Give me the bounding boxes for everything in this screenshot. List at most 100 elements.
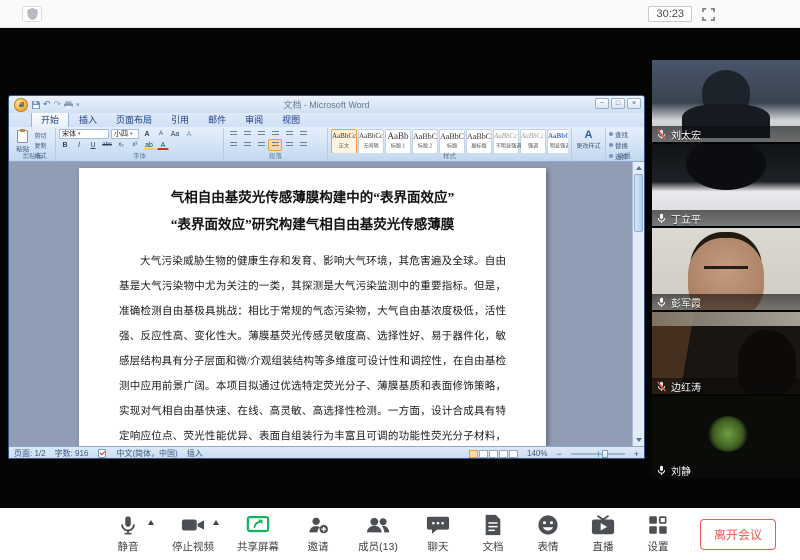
- replace-button[interactable]: 替换: [609, 140, 639, 150]
- outline-view-icon[interactable]: [499, 450, 508, 458]
- emoji-button[interactable]: 表情: [525, 514, 571, 554]
- vertical-scrollbar[interactable]: [632, 162, 644, 446]
- document-page[interactable]: 气相自由基荧光传感薄膜构建中的“表界面效应” “表界面效应”研究构建气相自由基荧…: [79, 168, 546, 446]
- redo-icon[interactable]: ↷: [54, 100, 62, 109]
- superscript-button[interactable]: x²: [129, 140, 141, 150]
- highlight-button[interactable]: ab: [143, 140, 155, 150]
- paste-button[interactable]: 粘贴: [13, 129, 32, 153]
- italic-button[interactable]: I: [73, 140, 85, 150]
- web-layout-view-icon[interactable]: [489, 450, 498, 458]
- qat-dropdown-icon[interactable]: ▾: [76, 101, 80, 109]
- print-icon[interactable]: [64, 96, 73, 114]
- multilevel-list-icon[interactable]: [255, 129, 267, 139]
- stop-video-button[interactable]: 停止视频: [165, 514, 221, 554]
- view-switcher: [469, 450, 518, 458]
- style-heading1[interactable]: AaBb标题 1: [385, 129, 411, 153]
- font-color-button[interactable]: A: [157, 140, 169, 150]
- grow-font-button[interactable]: A: [141, 129, 153, 139]
- strikethrough-button[interactable]: abc: [101, 140, 113, 150]
- tab-mailings[interactable]: 邮件: [199, 112, 235, 127]
- participant-video-5[interactable]: 刘静: [652, 396, 800, 478]
- print-layout-view-icon[interactable]: [469, 450, 478, 458]
- docs-button[interactable]: 文档: [470, 514, 516, 554]
- participant-nameplate: 彭军霞: [652, 294, 800, 310]
- find-button[interactable]: 查找: [609, 129, 639, 139]
- chat-button[interactable]: 聊天: [415, 514, 461, 554]
- style-intense-emphasis[interactable]: AaBbCcDd明显强调: [547, 129, 568, 153]
- tab-insert[interactable]: 插入: [70, 112, 106, 127]
- mute-options-caret[interactable]: [148, 520, 154, 525]
- style-no-spacing[interactable]: AaBbCcDd无间隔: [358, 129, 384, 153]
- style-heading2[interactable]: AaBbC标题 2: [412, 129, 438, 153]
- font-size-select[interactable]: 小四▾: [111, 129, 139, 139]
- copy-button[interactable]: 复制: [34, 141, 52, 150]
- office-button-icon[interactable]: [14, 98, 28, 112]
- mute-button[interactable]: 静音: [100, 514, 156, 554]
- scroll-up-icon[interactable]: [633, 162, 644, 173]
- settings-icon: [647, 514, 669, 536]
- font-name-select[interactable]: 宋体▾: [59, 129, 109, 139]
- meeting-topbar: 30:23: [0, 0, 800, 28]
- ribbon-tab-bar: 开始 插入 页面布局 引用 邮件 审阅 视图: [9, 113, 644, 127]
- members-button[interactable]: 成员(13): [350, 514, 406, 554]
- sort-icon[interactable]: [297, 129, 309, 139]
- line-spacing-icon[interactable]: [283, 140, 295, 150]
- draft-view-icon[interactable]: [509, 450, 518, 458]
- zoom-slider-thumb[interactable]: [602, 450, 608, 458]
- zoom-level[interactable]: 140%: [527, 449, 547, 458]
- style-subtitle[interactable]: AaBbC副标题: [466, 129, 492, 153]
- style-title[interactable]: AaBbC标题: [439, 129, 465, 153]
- justify-icon[interactable]: [269, 140, 281, 150]
- maximize-button[interactable]: □: [611, 98, 625, 109]
- change-case-button[interactable]: Aa: [169, 129, 181, 139]
- numbered-list-icon[interactable]: [241, 129, 253, 139]
- zoom-out-icon[interactable]: −: [556, 450, 561, 458]
- spellcheck-icon[interactable]: [97, 449, 107, 458]
- shading-icon[interactable]: [297, 140, 309, 150]
- settings-button[interactable]: 设置: [635, 514, 681, 554]
- undo-icon[interactable]: ↶: [43, 100, 51, 109]
- invite-button[interactable]: 邀请: [295, 514, 341, 554]
- style-subtle-emphasis[interactable]: AaBbCcDd不明显强调: [493, 129, 519, 153]
- zoom-slider[interactable]: [571, 453, 625, 455]
- tab-page-layout[interactable]: 页面布局: [107, 112, 161, 127]
- participant-nameplate: 刘太宏: [652, 126, 800, 142]
- zoom-in-icon[interactable]: +: [634, 450, 639, 458]
- style-emphasis[interactable]: AaBbCcDd强调: [520, 129, 546, 153]
- style-normal[interactable]: AaBbCcDd正文: [331, 129, 357, 153]
- align-left-icon[interactable]: [227, 140, 239, 150]
- video-options-caret[interactable]: [213, 520, 219, 525]
- underline-button[interactable]: U: [87, 140, 99, 150]
- participant-video-2[interactable]: 丁立平: [652, 144, 800, 226]
- subscript-button[interactable]: x₂: [115, 140, 127, 150]
- increase-indent-icon[interactable]: [283, 129, 295, 139]
- security-shield-icon[interactable]: [22, 6, 42, 22]
- save-icon[interactable]: [32, 96, 40, 114]
- share-screen-button[interactable]: 共享屏幕: [230, 514, 286, 554]
- participant-video-3[interactable]: 彭军霞: [652, 228, 800, 310]
- decrease-indent-icon[interactable]: [269, 129, 281, 139]
- cut-button[interactable]: 剪切: [34, 131, 52, 140]
- align-center-icon[interactable]: [241, 140, 253, 150]
- font-group: 宋体▾ 小四▾ A A Aa A B I U abc x₂ x² ab A: [56, 128, 224, 161]
- fullscreen-reading-view-icon[interactable]: [479, 450, 488, 458]
- change-styles-button[interactable]: A 更改样式: [572, 128, 606, 161]
- align-right-icon[interactable]: [255, 140, 267, 150]
- scroll-down-icon[interactable]: [633, 435, 644, 446]
- scrollbar-thumb[interactable]: [634, 174, 643, 232]
- clear-formatting-button[interactable]: A: [183, 129, 195, 139]
- participant-video-4[interactable]: 边红涛: [652, 312, 800, 394]
- close-button[interactable]: ×: [627, 98, 641, 109]
- participant-video-1[interactable]: 刘太宏: [652, 60, 800, 142]
- live-button[interactable]: 直播: [580, 514, 626, 554]
- bold-button[interactable]: B: [59, 140, 71, 150]
- tab-references[interactable]: 引用: [162, 112, 198, 127]
- leave-meeting-button[interactable]: 离开会议: [700, 519, 776, 550]
- page-count: 页面: 1/2: [14, 448, 46, 459]
- minimize-button[interactable]: −: [595, 98, 609, 109]
- fullscreen-icon[interactable]: [702, 8, 715, 21]
- shrink-font-button[interactable]: A: [155, 129, 167, 139]
- tab-view[interactable]: 视图: [273, 112, 309, 127]
- tab-review[interactable]: 审阅: [236, 112, 272, 127]
- bullet-list-icon[interactable]: [227, 129, 239, 139]
